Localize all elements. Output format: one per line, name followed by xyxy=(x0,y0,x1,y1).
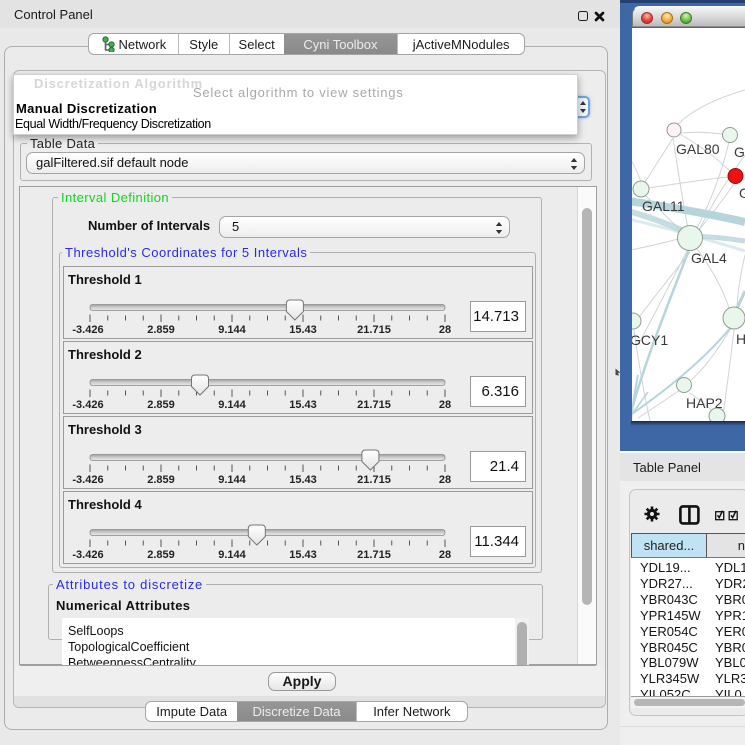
svg-text:2.859: 2.859 xyxy=(147,474,175,486)
svg-text:15.43: 15.43 xyxy=(289,474,317,486)
svg-text:H: H xyxy=(736,331,745,347)
svg-text:9.144: 9.144 xyxy=(218,549,246,561)
svg-text:Threshold 4: Threshold 4 xyxy=(68,497,142,512)
svg-text:-3.426: -3.426 xyxy=(72,474,103,486)
svg-text:28: 28 xyxy=(439,399,451,411)
svg-text:15.43: 15.43 xyxy=(289,324,317,336)
svg-text:-3.426: -3.426 xyxy=(72,399,103,411)
svg-text:HAP2: HAP2 xyxy=(686,395,723,411)
svg-text:9.144: 9.144 xyxy=(218,324,246,336)
svg-text:Threshold 2: Threshold 2 xyxy=(68,347,142,362)
svg-text:2.859: 2.859 xyxy=(147,324,175,336)
svg-text:G: G xyxy=(739,185,745,201)
svg-text:15.43: 15.43 xyxy=(289,549,317,561)
svg-text:2.859: 2.859 xyxy=(147,549,175,561)
svg-text:21.715: 21.715 xyxy=(357,324,391,336)
svg-text:GAL80: GAL80 xyxy=(676,141,720,157)
svg-text:9.144: 9.144 xyxy=(218,474,246,486)
svg-text:21.715: 21.715 xyxy=(357,399,391,411)
svg-text:GAL4: GAL4 xyxy=(691,250,727,266)
svg-text:15.43: 15.43 xyxy=(289,399,317,411)
svg-text:GCY1: GCY1 xyxy=(632,332,668,348)
svg-text:2.859: 2.859 xyxy=(147,399,175,411)
svg-text:28: 28 xyxy=(439,324,451,336)
svg-text:Threshold 3: Threshold 3 xyxy=(68,422,142,437)
svg-text:21.715: 21.715 xyxy=(357,474,391,486)
svg-text:21.715: 21.715 xyxy=(357,549,391,561)
svg-text:28: 28 xyxy=(439,549,451,561)
svg-text:-3.426: -3.426 xyxy=(72,549,103,561)
svg-text:GAL11: GAL11 xyxy=(642,198,685,214)
svg-text:9.144: 9.144 xyxy=(218,399,246,411)
svg-text:G.: G. xyxy=(734,144,745,160)
svg-text:Threshold 1: Threshold 1 xyxy=(68,272,142,287)
svg-text:28: 28 xyxy=(439,474,451,486)
svg-text:-3.426: -3.426 xyxy=(72,324,103,336)
